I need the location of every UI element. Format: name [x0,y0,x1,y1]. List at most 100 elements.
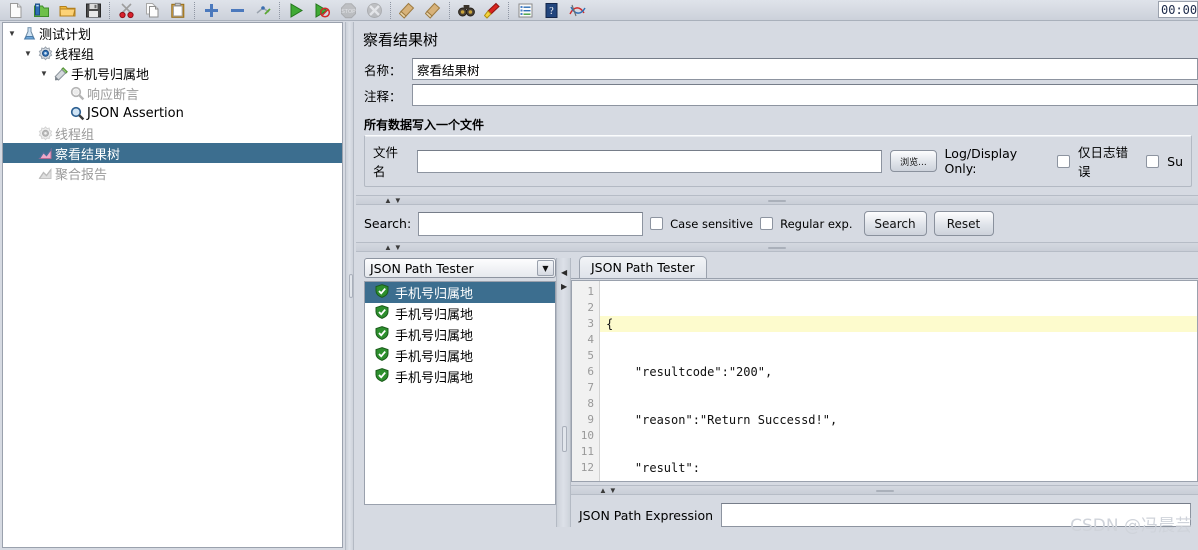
line-number: 6 [587,365,594,378]
write-all-data-box: 文件名 浏览... Log/Display Only: 仅日志错误 Su [364,135,1192,187]
list-item[interactable]: 手机号归属地 [365,303,555,324]
splitter-bar-bottom[interactable]: ▲▼ [571,485,1198,495]
function-helper-icon[interactable] [512,0,538,20]
name-input[interactable]: 察看结果树 [412,58,1198,80]
json-assertion-icon [67,106,87,121]
toolbar-separator [191,1,198,19]
tree-item-json-assertion[interactable]: JSON Assertion [3,103,342,123]
search-binoculars-icon[interactable] [453,0,479,20]
copy-icon[interactable] [139,0,165,20]
browse-button[interactable]: 浏览... [890,150,937,172]
tree-item-label: 聚合报告 [55,167,108,183]
tab-json-path-tester[interactable]: JSON Path Tester [579,256,707,278]
list-item[interactable]: 手机号归属地 [365,324,555,345]
search-row: Search: Case sensitive Regular exp. Sear… [356,205,1198,242]
list-item-label: 手机号归属地 [395,287,474,302]
tree-item-aggregate-report[interactable]: 聚合报告 [3,163,342,183]
collapse-icon[interactable] [224,0,250,20]
tree-item-thread-group-2[interactable]: 线程组 [3,123,342,143]
thread-group-icon [35,125,55,141]
write-all-data-group: 所有数据写入一个文件 文件名 浏览... Log/Display Only: 仅… [364,116,1192,187]
splitter-arrows[interactable]: ▲▼ [384,196,404,206]
templates-icon[interactable] [28,0,54,20]
svg-text:STOP: STOP [341,9,356,15]
comment-input[interactable] [412,84,1198,106]
new-icon[interactable] [2,0,28,20]
editor-content[interactable]: { "resultcode":"200", "reason":"Return S… [600,281,1197,481]
clear-all-icon[interactable] [420,0,446,20]
success-shield-icon [375,367,389,386]
list-item-label: 手机号归属地 [395,371,474,386]
open-icon[interactable] [54,0,80,20]
json-path-expression-input[interactable] [721,503,1192,527]
test-plan-icon [19,26,39,41]
stop-icon[interactable]: STOP [335,0,361,20]
splitter-grip[interactable] [349,274,353,298]
renderer-tabstrip: JSON Path Tester [571,255,1198,278]
search-input[interactable] [418,211,644,236]
search-button[interactable]: Search [863,211,927,236]
code-line: "result": [606,461,700,475]
line-number: 3 [587,317,594,330]
results-left-column: JSON Path Tester ▼ 手机号归属地 手机号归属地 手机号归属地 … [356,252,556,527]
comment-field-row: 注释： [356,82,1198,108]
twisty-expanded-icon[interactable]: ▼ [37,69,51,78]
test-plan-tree[interactable]: ▼ 测试计划 ▼ 线程组 ▼ 手机号归属地 响应断言 JSON Assertio… [2,22,343,548]
splitter-left-arrow-icon[interactable]: ◀ [561,268,567,277]
start-no-timers-icon[interactable] [309,0,335,20]
splitter-grip[interactable] [562,426,567,452]
splitter-bar-middle[interactable]: ▲▼ [356,242,1198,252]
errors-only-checkbox[interactable] [1056,154,1070,168]
toolbar-separator [276,1,283,19]
results-list[interactable]: 手机号归属地 手机号归属地 手机号归属地 手机号归属地 手机号归属地 [364,281,556,505]
reset-button[interactable]: Reset [933,211,994,236]
splitter-bar-top[interactable]: ▲▼ [356,195,1198,205]
paste-icon[interactable] [165,0,191,20]
shutdown-icon[interactable] [361,0,387,20]
successes-only-checkbox[interactable] [1146,154,1160,168]
cut-icon[interactable] [113,0,139,20]
help-icon[interactable]: ? [538,0,564,20]
expand-icon[interactable] [198,0,224,20]
tree-item-thread-group[interactable]: ▼ 线程组 [3,43,342,63]
tree-item-http-request[interactable]: ▼ 手机号归属地 [3,63,342,83]
case-sensitive-checkbox[interactable] [650,217,664,230]
twisty-expanded-icon[interactable]: ▼ [5,29,19,38]
line-number: 2 [587,301,594,314]
clear-icon[interactable] [394,0,420,20]
renderer-combo[interactable]: JSON Path Tester ▼ [364,258,556,278]
splitter-arrows[interactable]: ▲▼ [599,486,619,496]
line-number: 7 [587,381,594,394]
splitter-arrows[interactable]: ▲▼ [384,243,404,253]
save-icon[interactable] [80,0,106,20]
results-right-column: JSON Path Tester 1 2 3 4 5 6 7 8 9 10 11… [571,252,1198,527]
code-line: "reason":"Return Successd!", [606,413,838,427]
tree-item-view-results-tree[interactable]: 察看结果树 [3,143,342,163]
log-display-only-label: Log/Display Only: [944,146,1018,176]
filename-input[interactable] [417,149,883,173]
toggle-icon[interactable] [250,0,276,20]
main-splitter[interactable] [345,22,354,550]
tree-item-label: 察看结果树 [55,147,121,163]
line-number: 5 [587,349,594,362]
json-response-editor[interactable]: 1 2 3 4 5 6 7 8 9 10 11 12 {"resultcode… [571,280,1198,482]
tab-underline [571,278,1198,279]
start-icon[interactable] [283,0,309,20]
chevron-down-icon[interactable]: ▼ [537,260,554,276]
results-splitter[interactable]: ◀ ▶ [556,258,571,527]
regular-exp-checkbox[interactable] [760,217,774,230]
undo-redo-icon[interactable] [564,0,590,20]
tree-item-response-assertion[interactable]: 响应断言 [3,83,342,103]
success-shield-icon [375,346,389,365]
tree-item-test-plan[interactable]: ▼ 测试计划 [3,23,342,43]
thread-group-icon [35,45,55,61]
twisty-expanded-icon[interactable]: ▼ [21,49,35,58]
list-item[interactable]: 手机号归属地 [365,366,555,387]
write-all-data-title: 所有数据写入一个文件 [364,118,485,132]
reset-search-broom-icon[interactable] [479,0,505,20]
results-area: JSON Path Tester ▼ 手机号归属地 手机号归属地 手机号归属地 … [356,252,1198,527]
list-item[interactable]: 手机号归属地 [365,345,555,366]
splitter-right-arrow-icon[interactable]: ▶ [561,282,567,291]
toolbar-separator [106,1,113,19]
list-item[interactable]: 手机号归属地 [365,282,555,303]
